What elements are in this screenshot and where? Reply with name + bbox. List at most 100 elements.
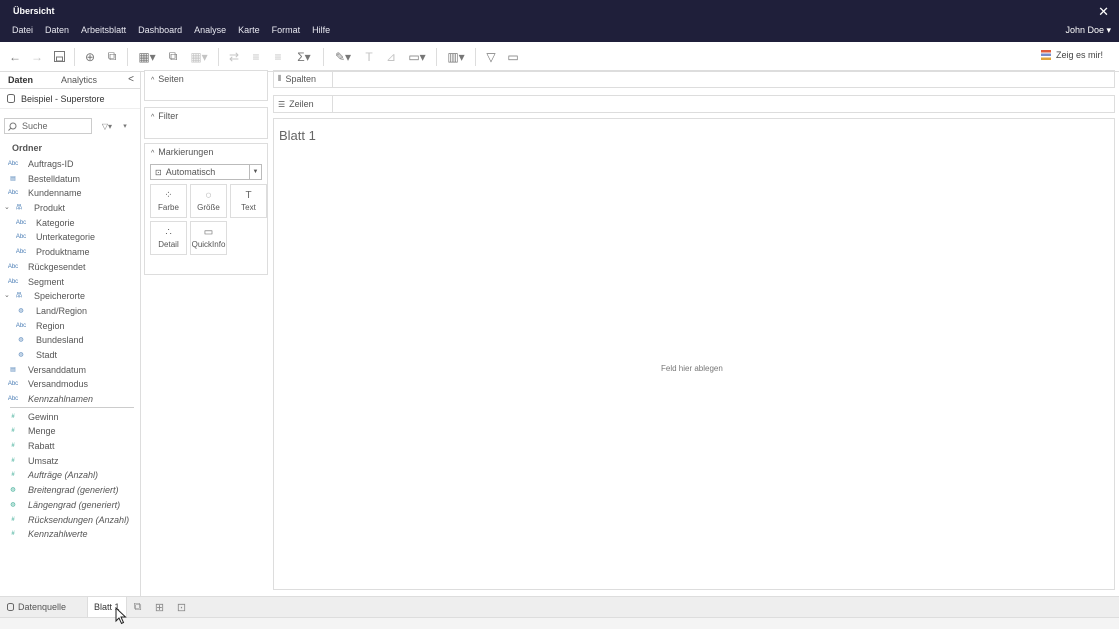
measure-field[interactable]: # Rücksendungen (Anzahl) [0, 513, 140, 528]
menu-item[interactable]: Dashboard [138, 25, 182, 35]
pause-updates-icon[interactable]: ⧉ [101, 47, 123, 67]
tab-analytics[interactable]: Analytics [53, 75, 105, 85]
dimension-field[interactable]: ⌄ 品 Produkt [0, 201, 140, 216]
pane-menu-icon[interactable]: ▾ [119, 118, 131, 134]
measure-field[interactable]: ◍ Breitengrad (generiert) [0, 483, 140, 498]
show-me-button[interactable]: Zeig es mir! [1040, 50, 1103, 60]
dimension-field[interactable]: ⌄ 品 Speicherorte [0, 289, 140, 304]
pages-card[interactable]: ^ Seiten [144, 70, 268, 101]
field-type-icon: ◍ [10, 487, 16, 494]
title-bar: Übersicht ✕ Datei Daten Arbeitsblatt Dashbo… [0, 0, 1119, 42]
mark-button[interactable]: ▭ QuickInfo [190, 221, 227, 255]
dimension-field[interactable]: ◍ Stadt [0, 348, 140, 363]
rows-shelf[interactable]: ☰ Zeilen [273, 95, 1115, 113]
mark-button[interactable]: ∴ Detail [150, 221, 187, 255]
filter-fields-icon[interactable]: ▽▾ [95, 118, 119, 134]
dimension-field[interactable]: ◍ Land/Region [0, 304, 140, 319]
search-input[interactable]: Suche [4, 118, 92, 134]
field-type-icon: Abc [15, 234, 27, 241]
menu-item[interactable]: Karte [238, 25, 260, 35]
menu-item[interactable]: Arbeitsblatt [81, 25, 126, 35]
status-bar [0, 617, 1119, 629]
datasource-item[interactable]: Beispiel - Superstore [0, 89, 140, 109]
field-label: Segment [28, 276, 65, 287]
sort-desc-icon[interactable]: ≡ [267, 47, 289, 67]
dimension-field[interactable]: Abc Kategorie [0, 216, 140, 231]
field-label: Unterkategorie [36, 232, 96, 243]
filters-card[interactable]: ^ Filter [144, 107, 268, 139]
new-story-icon[interactable]: ⊡ [171, 601, 193, 614]
field-label: Menge [28, 426, 56, 437]
new-dashboard-icon[interactable]: ⊞ [149, 601, 171, 614]
dimension-field[interactable]: ▤ Versanddatum [0, 363, 140, 378]
measure-field[interactable]: # Rabatt [0, 439, 140, 454]
new-datasource-icon[interactable]: ⊕ [79, 47, 101, 67]
menu-item[interactable]: Daten [45, 25, 69, 35]
duplicate-sheet-icon[interactable]: ⧉ [162, 47, 184, 67]
forward-icon[interactable]: → [26, 47, 48, 67]
field-label: Breitengrad (generiert) [28, 485, 119, 496]
tooltip-icon[interactable]: ▽ [480, 47, 502, 67]
labels-icon[interactable]: T [358, 47, 380, 67]
user-menu[interactable]: John Doe ▾ [1065, 25, 1111, 36]
view-canvas[interactable]: Blatt 1 Feld hier ablegen [273, 118, 1115, 590]
dimension-field[interactable]: Abc Kennzahlnamen [0, 392, 140, 407]
show-me-icon [1040, 50, 1051, 60]
expand-caret-icon[interactable]: ⌄ [4, 289, 10, 304]
save-icon[interactable] [48, 47, 70, 67]
dimension-field[interactable]: ▤ Bestelldatum [0, 172, 140, 187]
dimension-field[interactable]: Abc Region [0, 319, 140, 334]
mark-button[interactable]: ◌ Größe [190, 184, 227, 218]
mark-glyph-icon: ⁘ [164, 190, 173, 201]
field-label: Kategorie [36, 217, 75, 228]
clear-sheet-icon[interactable]: ▦▾ [184, 47, 214, 67]
menu-item[interactable]: Hilfe [312, 25, 330, 35]
mark-button-label: Detail [158, 240, 179, 249]
field-type-icon: Abc [7, 263, 19, 270]
measure-field[interactable]: # Aufträge (Anzahl) [0, 468, 140, 483]
new-worksheet-icon[interactable]: ⧉ [127, 601, 149, 614]
back-icon[interactable]: ← [4, 47, 26, 67]
new-sheet-icon[interactable]: ▦▾ [132, 47, 162, 67]
fit-icon[interactable]: ▭▾ [402, 47, 432, 67]
measure-field[interactable]: # Gewinn [0, 410, 140, 425]
menu-item[interactable]: Analyse [194, 25, 226, 35]
measure-field[interactable]: # Menge [0, 424, 140, 439]
fix-axes-icon[interactable]: ⊿ [380, 47, 402, 67]
measure-field[interactable]: # Umsatz [0, 454, 140, 469]
tab-data[interactable]: Daten [0, 75, 41, 85]
sheet-title[interactable]: Blatt 1 [279, 128, 316, 143]
show-cards-icon[interactable]: ▥▾ [441, 47, 471, 67]
highlight-icon[interactable]: ✎▾ [328, 47, 358, 67]
presentation-icon[interactable]: ▭ [502, 47, 524, 67]
datasource-tab[interactable]: Datenquelle [0, 602, 82, 612]
dimension-field[interactable]: ◍ Bundesland [0, 333, 140, 348]
dimension-field[interactable]: Abc Rückgesendet [0, 260, 140, 275]
mark-glyph-icon: ∴ [165, 227, 172, 238]
dimension-field[interactable]: Abc Produktname [0, 245, 140, 260]
dimension-field[interactable]: Abc Kundenname [0, 186, 140, 201]
mark-type-icon: ⊡ [155, 167, 162, 177]
mark-button[interactable]: T Text [230, 184, 267, 218]
dimension-field[interactable]: Abc Auftrags-ID [0, 157, 140, 172]
menu-item[interactable]: Format [272, 25, 301, 35]
totals-icon[interactable]: Σ▾ [289, 47, 319, 67]
columns-shelf[interactable]: ⦀ Spalten [273, 70, 1115, 88]
chevron-down-icon: ▼ [249, 165, 261, 179]
measure-field[interactable]: # Kennzahlwerte [0, 527, 140, 542]
menu-item[interactable]: Datei [12, 25, 33, 35]
field-type-icon: # [11, 472, 15, 479]
sort-asc-icon[interactable]: ≡ [245, 47, 267, 67]
dimension-field[interactable]: Abc Unterkategorie [0, 230, 140, 245]
dimension-field[interactable]: Abc Versandmodus [0, 377, 140, 392]
mark-type-dropdown[interactable]: ⊡ Automatisch ▼ [150, 164, 262, 180]
measure-field[interactable]: ◍ Längengrad (generiert) [0, 498, 140, 513]
mark-button[interactable]: ⁘ Farbe [150, 184, 187, 218]
collapse-pane-icon[interactable]: < [128, 74, 134, 85]
close-icon[interactable]: ✕ [1098, 4, 1109, 20]
field-label: Kundenname [28, 188, 82, 199]
field-type-icon: # [11, 443, 15, 450]
expand-caret-icon[interactable]: ⌄ [4, 201, 10, 216]
dimension-field[interactable]: Abc Segment [0, 275, 140, 290]
swap-icon[interactable]: ⇄ [223, 47, 245, 67]
